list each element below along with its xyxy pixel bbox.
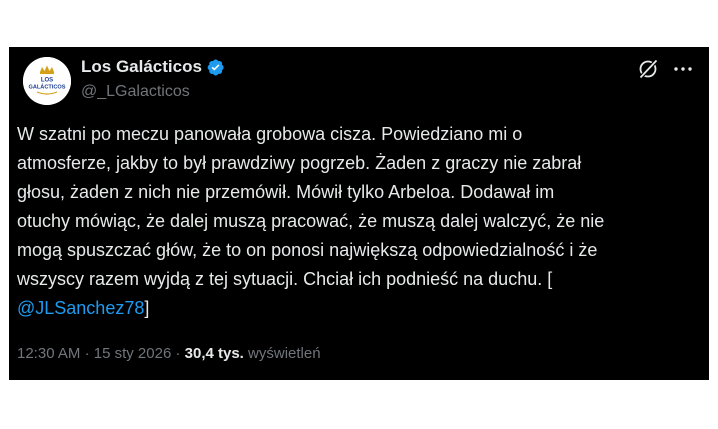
- mention-link[interactable]: @JLSanchez78: [17, 298, 144, 318]
- tweet-text-line: otuchy mówiąc, że dalej muszą pracować, …: [17, 211, 605, 231]
- tweet-date: 15 sty 2026: [93, 345, 172, 362]
- more-options-icon[interactable]: [671, 58, 695, 80]
- tweet-meta: 12:30 AM · 15 sty 2026 · 30,4 tys. wyświ…: [17, 344, 321, 364]
- tweet-text-line: głosu, żaden z nich nie przemówił. Mówił…: [17, 182, 555, 202]
- tweet-text-line: mogą spuszczać głów, że to on ponosi naj…: [17, 240, 598, 260]
- author-handle[interactable]: @_LGalacticos: [81, 82, 190, 102]
- tweet-text-line: wszyscy razem wyjdą z tej sytuacji. Chci…: [17, 269, 553, 289]
- tweet-card[interactable]: LOS GALÁCTICOS Los Galácticos @_LGalacti…: [9, 47, 709, 380]
- avatar[interactable]: LOS GALÁCTICOS: [23, 57, 71, 105]
- timestamp-link[interactable]: 12:30 AM · 15 sty 2026: [17, 345, 171, 362]
- tweet-text-line: atmosferze, jakby to był prawdziwy pogrz…: [17, 153, 582, 173]
- meta-separator: ·: [175, 345, 181, 362]
- avatar-text-line1: LOS: [41, 78, 53, 84]
- closing-bracket: ]: [144, 298, 150, 318]
- author-display-name[interactable]: Los Galácticos: [81, 57, 202, 77]
- galacticos-logo: LOS GALÁCTICOS: [23, 57, 71, 105]
- verified-badge-icon[interactable]: [206, 58, 225, 77]
- views-count[interactable]: 30,4 tys.: [185, 345, 244, 362]
- tweet-text-line: W szatni po meczu panowała grobowa cisza…: [17, 124, 523, 144]
- meta-separator: ·: [84, 345, 90, 362]
- views-label: wyświetleń: [248, 345, 321, 362]
- tweet-time: 12:30 AM: [17, 345, 81, 362]
- tweet-text: W szatni po meczu panowała grobowa cisza…: [17, 120, 697, 323]
- grok-icon[interactable]: [637, 58, 659, 80]
- avatar-text-line2: GALÁCTICOS: [29, 84, 66, 91]
- author-name-row: Los Galácticos: [81, 57, 225, 77]
